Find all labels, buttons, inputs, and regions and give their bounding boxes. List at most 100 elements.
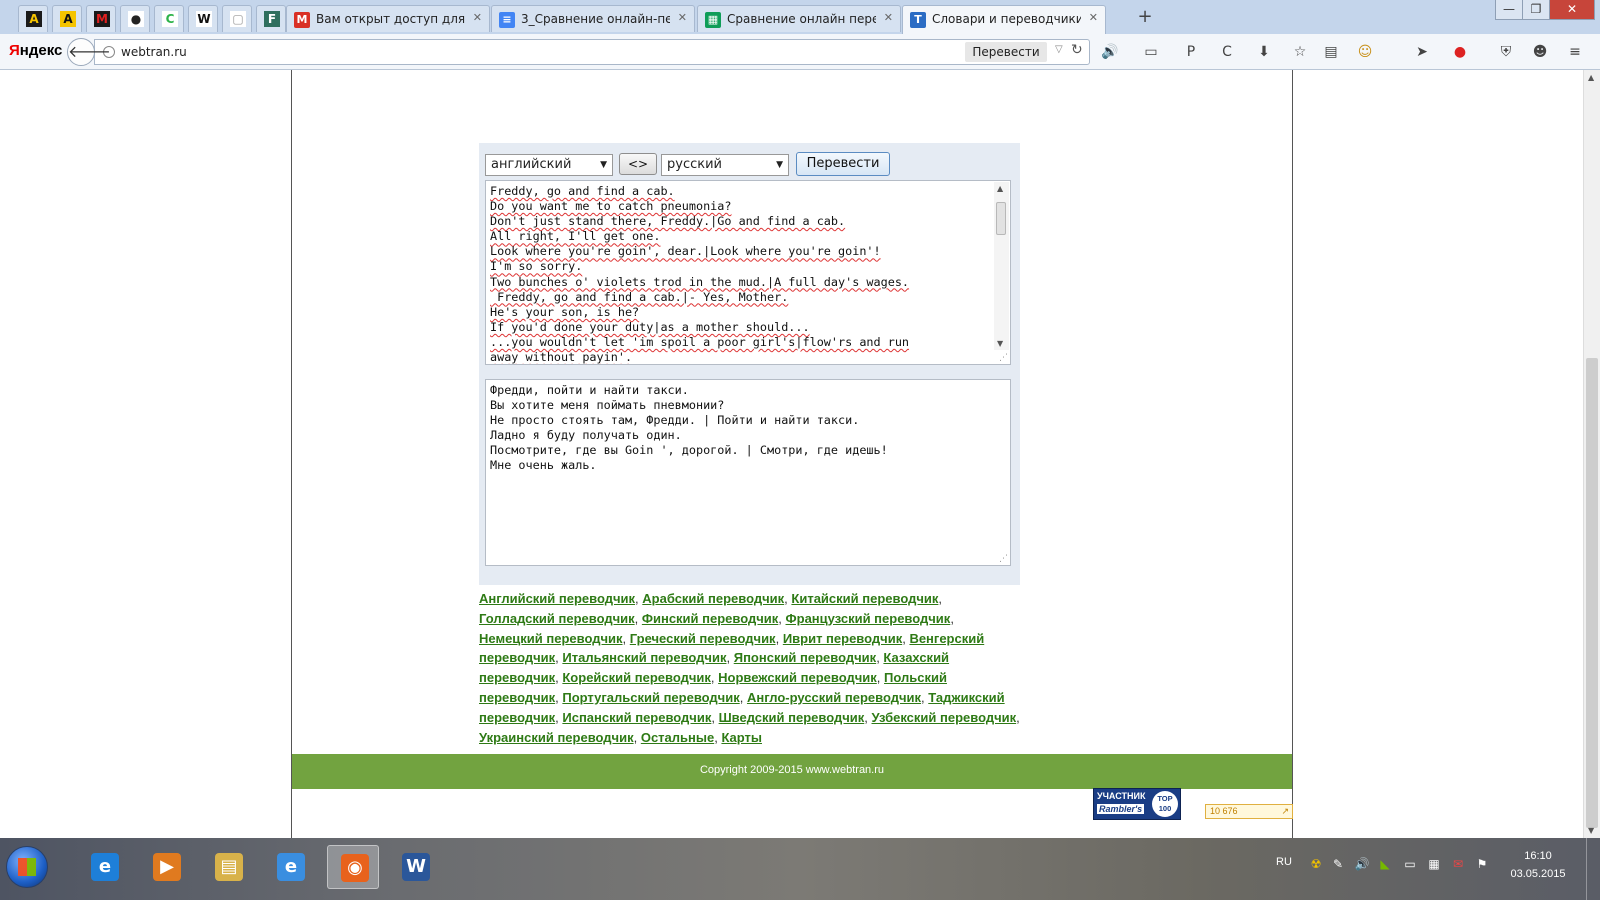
source-line: Do you want me to catch pneumonia? xyxy=(490,199,732,214)
input-language-indicator[interactable]: RU xyxy=(1276,856,1292,868)
close-tab-icon[interactable]: ✕ xyxy=(678,11,687,24)
browser-tab[interactable]: T Словари и переводчики о... ✕ xyxy=(902,5,1106,34)
url-text[interactable]: webtran.ru xyxy=(121,45,187,59)
close-tab-icon[interactable]: ✕ xyxy=(473,11,482,24)
send-icon[interactable]: ➤ xyxy=(1412,42,1432,62)
translator-link[interactable]: Греческий переводчик xyxy=(630,631,776,646)
pinned-tab[interactable]: W xyxy=(188,5,218,32)
page-scrollbar[interactable]: ▲ ▼ xyxy=(1583,70,1600,838)
pinned-tab[interactable]: M xyxy=(86,5,116,32)
pinned-tab[interactable]: F xyxy=(256,5,286,32)
translator-link[interactable]: Норвежский переводчик xyxy=(718,670,877,685)
browser-tab[interactable]: M Вам открыт доступ для пр... ✕ xyxy=(286,5,490,32)
close-window-button[interactable]: ✕ xyxy=(1549,0,1595,20)
screenshot-icon[interactable]: ▭ xyxy=(1141,42,1161,62)
display-icon[interactable]: ▭ xyxy=(1402,856,1418,872)
translator-link[interactable]: Англо-русский переводчик xyxy=(747,690,921,705)
rambler-top100-badge[interactable]: УЧАСТНИК Rambler's TOP 100 xyxy=(1093,788,1181,820)
pinned-tab[interactable]: ▢ xyxy=(222,5,252,32)
taskbar-app[interactable]: ◉ xyxy=(327,845,379,889)
resize-grip-icon[interactable]: ⋰ xyxy=(999,353,1008,363)
translator-link[interactable]: Японский переводчик xyxy=(734,650,876,665)
address-bar[interactable]: webtran.ru Перевести ▽ ↻ xyxy=(94,39,1090,65)
scroll-up-icon[interactable]: ▲ xyxy=(997,184,1003,193)
taskbar-app[interactable]: ▤ xyxy=(202,845,254,889)
pinned-tab[interactable]: A xyxy=(52,5,82,32)
pinned-tab[interactable]: A xyxy=(18,5,48,32)
clock-time[interactable]: 16:10 xyxy=(1508,850,1568,862)
radiation-icon[interactable]: ☢ xyxy=(1308,856,1324,872)
clock-date[interactable]: 03.05.2015 xyxy=(1500,868,1576,880)
blank-page-icon: ▢ xyxy=(230,11,246,27)
translator-link[interactable]: Итальянский переводчик xyxy=(562,650,726,665)
scroll-down-icon[interactable]: ▼ xyxy=(1588,826,1594,835)
translator-link[interactable]: Финский переводчик xyxy=(642,611,778,626)
new-tab-button[interactable]: + xyxy=(1134,6,1156,28)
target-language-select[interactable]: русский ▼ xyxy=(661,154,789,176)
visitor-counter-badge[interactable]: 10 676 ↗ xyxy=(1205,804,1293,819)
yandex-logo[interactable]: Яндекс xyxy=(9,42,62,59)
flag-icon[interactable]: ⚑ xyxy=(1474,856,1490,872)
taskbar-app[interactable]: e xyxy=(264,845,316,889)
resize-grip-icon[interactable]: ⋰ xyxy=(999,554,1008,564)
translator-link[interactable]: Карты xyxy=(721,730,762,745)
reload-icon[interactable]: ↻ xyxy=(1071,42,1083,58)
translator-link[interactable]: Голладский переводчик xyxy=(479,611,635,626)
translator-link[interactable]: Остальные xyxy=(641,730,714,745)
translation-text-area[interactable]: Фредди, пойти и найти такси. Вы хотите ме… xyxy=(485,379,1011,566)
chat-icon[interactable]: ☻ xyxy=(1530,42,1550,62)
close-tab-icon[interactable]: ✕ xyxy=(1089,11,1098,24)
translator-link[interactable]: Украинский переводчик xyxy=(479,730,634,745)
translator-link[interactable]: Китайский переводчик xyxy=(791,591,938,606)
translator-link[interactable]: Немецкий переводчик xyxy=(479,631,623,646)
translator-link[interactable]: Иврит переводчик xyxy=(783,631,902,646)
taskbar-app[interactable]: ▶ xyxy=(140,845,192,889)
pinned-tab[interactable]: C xyxy=(154,5,184,32)
page-scroll-thumb[interactable] xyxy=(1586,358,1598,828)
pocket-icon[interactable]: P xyxy=(1181,42,1201,62)
start-button[interactable] xyxy=(6,846,48,888)
translator-link[interactable]: Арабский переводчик xyxy=(642,591,784,606)
swap-languages-button[interactable]: <> xyxy=(619,153,657,175)
browser-tab[interactable]: ≡ 3_Сравнение онлайн-пер... ✕ xyxy=(491,5,695,32)
translator-link[interactable]: Португальский переводчик xyxy=(562,690,739,705)
shield-icon[interactable]: ⛨ xyxy=(1496,42,1516,62)
adblock-icon[interactable]: ● xyxy=(1450,42,1470,62)
speaker-icon[interactable]: 🔊 xyxy=(1100,42,1120,62)
translator-link[interactable]: Узбекский переводчик xyxy=(872,710,1017,725)
maximize-button[interactable]: ❐ xyxy=(1522,0,1550,20)
smiley-icon[interactable]: ☺ xyxy=(1355,42,1375,62)
pinned-tab[interactable]: ● xyxy=(120,5,150,32)
network-icon[interactable]: ▦ xyxy=(1426,856,1442,872)
translator-link[interactable]: Шведский переводчик xyxy=(719,710,865,725)
show-desktop-button[interactable] xyxy=(1586,838,1600,900)
source-text-area[interactable]: Freddy, go and find a cab. Do you want me… xyxy=(485,180,1011,365)
volume-icon[interactable]: 🔊 xyxy=(1354,856,1370,872)
browser-tab[interactable]: ▦ Сравнение онлайн перев... ✕ xyxy=(697,5,901,32)
dropdown-arrow-icon[interactable]: ▽ xyxy=(1055,44,1063,55)
scroll-up-icon[interactable]: ▲ xyxy=(1588,73,1594,82)
pen-icon[interactable]: ✎ xyxy=(1330,856,1346,872)
c-ext-icon[interactable]: C xyxy=(1217,42,1237,62)
taskbar-app[interactable]: W xyxy=(389,845,441,889)
scroll-thumb[interactable] xyxy=(996,202,1006,235)
taskbar-app[interactable]: e xyxy=(78,845,130,889)
close-tab-icon[interactable]: ✕ xyxy=(884,11,893,24)
bookmark-star-icon[interactable]: ☆ xyxy=(1290,42,1310,62)
mail-icon[interactable]: ✉ xyxy=(1450,856,1466,872)
minimize-button[interactable]: — xyxy=(1495,0,1523,20)
translator-link[interactable]: Английский переводчик xyxy=(479,591,635,606)
download-icon[interactable]: ⬇ xyxy=(1254,42,1274,62)
translate-button[interactable]: Перевести xyxy=(796,152,890,176)
translator-link[interactable]: Испанский переводчик xyxy=(562,710,711,725)
reading-list-icon[interactable]: ▤ xyxy=(1321,42,1341,62)
scroll-down-icon[interactable]: ▼ xyxy=(997,339,1003,348)
translate-page-button[interactable]: Перевести xyxy=(965,42,1047,62)
translator-link[interactable]: Французский переводчик xyxy=(786,611,951,626)
translator-link[interactable]: Корейский переводчик xyxy=(562,670,711,685)
menu-icon[interactable]: ≡ xyxy=(1565,42,1585,62)
back-button[interactable]: 🡐 xyxy=(67,38,111,66)
nvidia-icon[interactable]: ◣ xyxy=(1377,856,1393,872)
source-scrollbar[interactable]: ▲ ▼ xyxy=(994,182,1009,350)
source-language-select[interactable]: английский ▼ xyxy=(485,154,613,176)
